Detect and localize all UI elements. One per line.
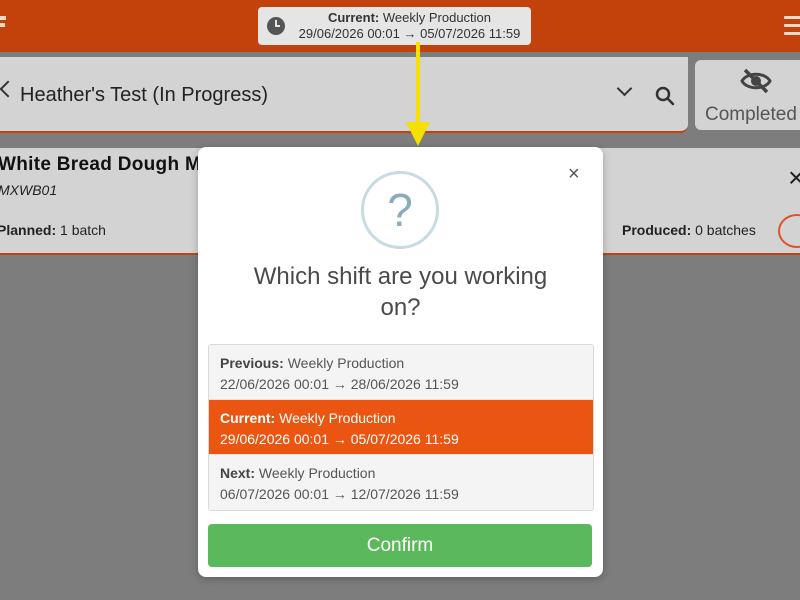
shift-option-range: 22/06/2026 00:01 → 28/06/2026 11:59: [220, 376, 459, 392]
clock-icon: [267, 17, 285, 35]
planned-quantity: Planned: 1 batch: [0, 222, 106, 238]
close-icon[interactable]: ×: [788, 164, 800, 192]
shift-option-previous[interactable]: Previous: Weekly Production 22/06/2026 0…: [209, 345, 593, 400]
order-selector[interactable]: Heather's Test (In Progress): [0, 57, 688, 133]
product-code: MXWB01: [0, 182, 58, 198]
current-shift-chip[interactable]: Current: Weekly Production 29/06/2026 00…: [258, 7, 531, 45]
planned-label: Planned:: [0, 222, 57, 238]
product-name: White Bread Dough M: [0, 154, 202, 175]
shift-select-dialog: × ? Which shift are you working on? Prev…: [198, 147, 603, 577]
hamburger-menu-icon[interactable]: [784, 16, 800, 40]
progress-ring[interactable]: [778, 214, 800, 248]
produced-value: 0 batches: [695, 222, 756, 238]
back-chevron-icon[interactable]: [0, 80, 17, 98]
planned-value: 1 batch: [60, 222, 106, 238]
shift-option-label: Current:: [220, 410, 276, 426]
confirm-button[interactable]: Confirm: [208, 524, 592, 567]
close-icon[interactable]: ×: [568, 163, 580, 185]
dialog-title: Which shift are you working on?: [253, 263, 548, 321]
current-shift-range: 29/06/2026 00:01 → 05/07/2026 11:59: [298, 26, 521, 41]
produced-quantity: Produced: 0 batches: [622, 222, 756, 238]
search-icon[interactable]: [655, 86, 675, 106]
current-shift-text: Current: Weekly Production 29/06/2026 00…: [288, 10, 531, 42]
question-mark: ?: [387, 184, 413, 236]
shift-option-name: Weekly Production: [279, 410, 396, 426]
shift-option-next[interactable]: Next: Weekly Production 06/07/2026 00:01…: [209, 455, 593, 510]
shift-option-name: Weekly Production: [258, 465, 376, 481]
current-shift-label: Current:: [327, 10, 380, 25]
shift-option-label: Next:: [220, 465, 256, 481]
shift-option-range: 06/07/2026 00:01 → 12/07/2026 11:59: [220, 486, 459, 502]
produced-label: Produced:: [622, 222, 692, 238]
app-logo-icon: [0, 16, 6, 34]
completed-toggle-button[interactable]: Completed: [695, 60, 800, 130]
top-bar: Current: Weekly Production 29/06/2026 00…: [0, 0, 800, 52]
chevron-down-icon[interactable]: [616, 80, 633, 97]
shift-option-label: Previous:: [220, 355, 284, 371]
shift-option-range: 29/06/2026 00:01 → 05/07/2026 11:59: [220, 431, 459, 447]
completed-label: Completed: [705, 104, 797, 125]
current-shift-name: Weekly Production: [382, 10, 492, 25]
annotation-arrow-icon: [406, 42, 430, 146]
eye-off-icon: [740, 68, 772, 94]
question-icon: ?: [361, 171, 439, 249]
shift-option-current[interactable]: Current: Weekly Production 29/06/2026 00…: [209, 400, 593, 455]
shift-options-list: Previous: Weekly Production 22/06/2026 0…: [208, 344, 594, 511]
shift-option-name: Weekly Production: [287, 355, 405, 371]
order-selector-title: Heather's Test (In Progress): [20, 84, 268, 106]
